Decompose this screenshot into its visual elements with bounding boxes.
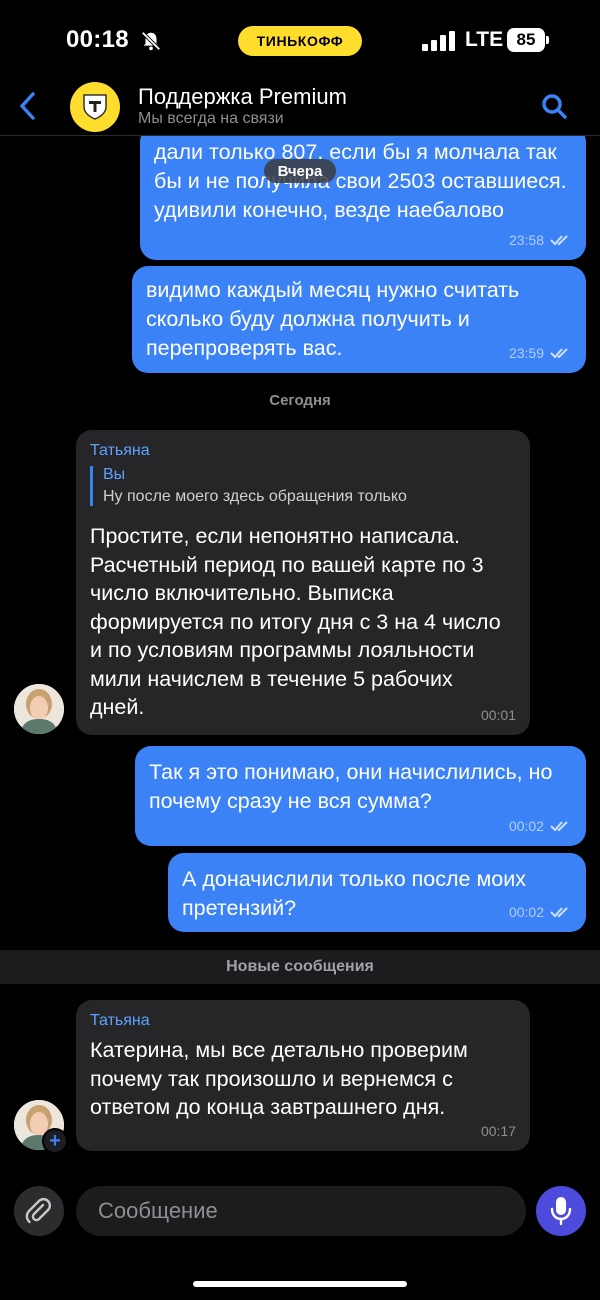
message-outgoing[interactable]: А доначислили только после моих претензи… xyxy=(168,853,586,932)
signal-icon xyxy=(422,31,455,51)
battery-level: 85 xyxy=(516,30,536,49)
microphone-icon xyxy=(550,1197,572,1226)
search-icon[interactable] xyxy=(540,92,568,120)
sender-name: Татьяна xyxy=(90,1012,150,1029)
home-indicator xyxy=(193,1281,407,1287)
message-meta: 00:02 xyxy=(509,818,572,834)
reply-author: Вы xyxy=(103,466,126,483)
reply-text: Ну после моего здесь обращения только xyxy=(103,488,407,505)
chat-subtitle: Мы всегда на связи xyxy=(138,110,284,127)
double-check-icon xyxy=(550,907,568,918)
message-time: 00:01 xyxy=(480,707,516,723)
network-type: LTE xyxy=(465,28,504,51)
add-contact-badge[interactable]: + xyxy=(42,1128,68,1154)
chevron-left-icon[interactable] xyxy=(14,88,42,124)
shield-icon xyxy=(83,94,107,120)
message-time: 23:59 xyxy=(508,345,544,361)
double-check-icon xyxy=(550,235,568,246)
floating-date-pill: Вчера xyxy=(264,159,336,183)
status-bar: 00:18 ТИНЬКОФФ LTE 85 xyxy=(0,0,600,80)
battery-tip xyxy=(546,36,549,44)
attach-button[interactable] xyxy=(14,1186,64,1236)
person-icon xyxy=(14,684,64,734)
message-time: 23:58 xyxy=(508,232,544,248)
microphone-button[interactable] xyxy=(536,1186,586,1236)
message-meta: 23:58 xyxy=(509,232,572,248)
brand-pill: ТИНЬКОФФ xyxy=(238,26,362,56)
chat-title[interactable]: Поддержка Premium xyxy=(138,84,347,110)
message-incoming[interactable]: Татьяна Катерина, мы все детально провер… xyxy=(76,1000,530,1151)
message-meta: 23:59 xyxy=(509,345,572,361)
bell-muted-icon xyxy=(141,31,161,51)
message-meta: 00:01 xyxy=(481,707,516,723)
bank-logo-icon[interactable] xyxy=(70,82,120,132)
message-time: 00:17 xyxy=(480,1123,516,1139)
message-input[interactable] xyxy=(76,1186,526,1236)
message-text: дали только 807. если бы я молчала так б… xyxy=(154,140,567,222)
message-text: Простите, если непонятно написала. Расче… xyxy=(90,524,501,719)
message-incoming[interactable]: Татьяна Вы Ну после моего здесь обращени… xyxy=(76,430,530,735)
battery-icon: 85 xyxy=(507,28,545,52)
new-messages-separator: Новые сообщения xyxy=(0,950,600,984)
message-meta: 00:02 xyxy=(509,904,572,920)
message-text: Катерина, мы все детально проверим почем… xyxy=(90,1038,468,1119)
message-time: 00:02 xyxy=(508,904,544,920)
date-separator: Сегодня xyxy=(269,392,331,409)
message-outgoing[interactable]: видимо каждый месяц нужно считать скольк… xyxy=(132,266,586,373)
sender-name: Татьяна xyxy=(90,442,150,459)
message-time: 00:02 xyxy=(508,818,544,834)
message-outgoing[interactable]: дали только 807. если бы я молчала так б… xyxy=(140,126,586,260)
message-outgoing[interactable]: Так я это понимаю, они начислились, но п… xyxy=(135,746,586,846)
message-text: Так я это понимаю, они начислились, но п… xyxy=(149,760,553,813)
chat-header: Поддержка Premium Мы всегда на связи xyxy=(0,80,600,136)
reply-preview[interactable]: Вы Ну после моего здесь обращения только xyxy=(90,466,470,506)
double-check-icon xyxy=(550,821,568,832)
status-time: 00:18 xyxy=(66,26,129,53)
paperclip-icon xyxy=(25,1197,52,1224)
double-check-icon xyxy=(550,348,568,359)
avatar[interactable] xyxy=(14,684,64,734)
message-meta: 00:17 xyxy=(481,1123,516,1139)
